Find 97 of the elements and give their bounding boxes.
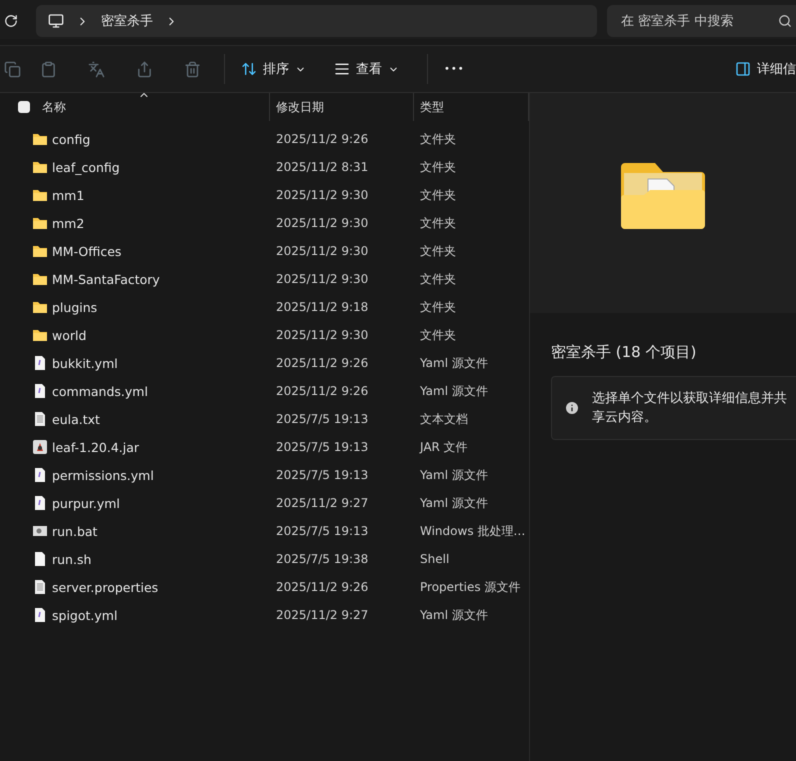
info-icon: [564, 400, 580, 416]
type-cell-text: 文件夹: [419, 130, 457, 148]
type-cell-text: 文件夹: [419, 186, 457, 204]
select-all-checkbox[interactable]: [18, 101, 30, 113]
folder-icon: [32, 243, 48, 259]
file-name[interactable]: permissions.yml: [52, 468, 154, 482]
column-header[interactable]: 名称: [42, 98, 66, 116]
refresh-icon[interactable]: [4, 14, 18, 28]
type-cell-text: 文件夹: [419, 242, 457, 260]
document-icon: [32, 383, 48, 399]
date-cell-text: 2025/11/2 9:26: [275, 580, 370, 594]
folder-icon: [32, 271, 48, 287]
file-name[interactable]: server.properties: [52, 580, 158, 594]
type-cell-text: 文件夹: [419, 298, 457, 316]
date-cell-text: 2025/11/2 9:30: [275, 328, 370, 342]
document-icon: [32, 495, 48, 511]
file-name[interactable]: purpur.yml: [52, 496, 120, 510]
file-name[interactable]: leaf_config: [52, 160, 120, 174]
text-document-icon: [32, 411, 48, 427]
type-cell-text: Yaml 源文件: [419, 354, 489, 372]
date-cell-text: 2025/11/2 9:26: [275, 384, 370, 398]
type-cell-text: Yaml 源文件: [419, 606, 489, 624]
breadcrumb-item[interactable]: 密室杀手: [101, 12, 153, 30]
computer-icon: [48, 13, 64, 29]
type-cell-text: 文本文档: [419, 410, 469, 428]
date-cell-text: 2025/11/2 9:26: [275, 132, 370, 146]
date-cell-text: 2025/11/2 9:26: [275, 356, 370, 370]
date-cell-text: 2025/11/2 9:27: [275, 496, 370, 510]
search-placeholder: 在 密室杀手 中搜索: [621, 13, 734, 30]
type-cell-text: 文件夹: [419, 326, 457, 344]
date-cell-text: 2025/7/5 19:13: [275, 468, 370, 482]
file-name[interactable]: spigot.yml: [52, 608, 118, 622]
date-cell-text: 2025/7/5 19:13: [275, 440, 370, 454]
file-name[interactable]: bukkit.yml: [52, 356, 118, 370]
file-name[interactable]: leaf-1.20.4.jar: [52, 440, 140, 454]
folder-preview-icon: [621, 163, 705, 229]
folder-icon: [32, 131, 48, 147]
folder-icon: [32, 159, 48, 175]
date-cell-text: 2025/7/5 19:13: [275, 412, 370, 426]
date-cell-text: 2025/7/5 19:13: [275, 524, 370, 538]
column-header[interactable]: 修改日期: [276, 98, 324, 116]
file-name[interactable]: run.bat: [52, 524, 98, 538]
type-cell-text: 文件夹: [419, 158, 457, 176]
file-name[interactable]: eula.txt: [52, 412, 100, 426]
file-name[interactable]: plugins: [52, 300, 98, 314]
type-cell-text: Windows 批处理…: [419, 522, 526, 540]
file-name[interactable]: MM-Offices: [52, 244, 122, 258]
file-name[interactable]: world: [52, 328, 86, 342]
blank-file-icon: [32, 551, 48, 567]
share-icon[interactable]: [136, 60, 152, 78]
date-cell-text: 2025/11/2 9:30: [275, 188, 370, 202]
address-bar[interactable]: 密室杀手: [36, 5, 597, 37]
sort-button[interactable]: 排序: [233, 56, 314, 82]
type-cell-text: Yaml 源文件: [419, 466, 489, 484]
search-icon: [778, 14, 792, 28]
folder-icon: [32, 187, 48, 203]
file-name[interactable]: commands.yml: [52, 384, 148, 398]
type-cell-text: 文件夹: [419, 214, 457, 232]
column-header[interactable]: 类型: [420, 98, 444, 116]
file-name[interactable]: config: [52, 132, 90, 146]
copy-icon[interactable]: [4, 60, 20, 78]
date-cell-text: 2025/11/2 9:27: [275, 608, 370, 622]
document-icon: [32, 607, 48, 623]
folder-summary: 密室杀手 (18 个项目): [551, 343, 698, 362]
date-cell-text: 2025/11/2 9:30: [275, 244, 370, 258]
type-cell-text: JAR 文件: [418, 438, 469, 456]
file-name[interactable]: run.sh: [52, 552, 92, 566]
details-pane-icon: [735, 61, 751, 77]
type-cell-text: Shell: [419, 552, 450, 566]
date-cell-text: 2025/11/2 8:31: [275, 160, 370, 174]
date-cell-text: 2025/11/2 9:18: [275, 300, 370, 314]
document-icon: [32, 467, 48, 483]
file-name[interactable]: mm1: [52, 188, 84, 202]
type-cell-text: Yaml 源文件: [419, 382, 489, 400]
sort-icon: [241, 61, 257, 77]
type-cell-text: 文件夹: [419, 270, 457, 288]
lines-icon: [334, 61, 350, 77]
file-name[interactable]: mm2: [52, 216, 84, 230]
view-button[interactable]: 查看: [326, 56, 407, 82]
search-field[interactable]: 在 密室杀手 中搜索: [607, 5, 796, 37]
jar-file-icon: [32, 439, 48, 455]
text-document-icon: [32, 579, 48, 595]
info-message: 选择单个文件以获取详细信息并共享云内容。: [592, 390, 787, 427]
date-cell-text: 2025/7/5 19:38: [275, 552, 370, 566]
more-button[interactable]: •••: [436, 60, 473, 78]
folder-icon: [32, 299, 48, 315]
type-cell-text: Yaml 源文件: [419, 494, 489, 512]
paste-icon[interactable]: [40, 60, 56, 78]
delete-icon[interactable]: [184, 60, 200, 78]
folder-icon: [32, 215, 48, 231]
folder-icon: [32, 327, 48, 343]
document-icon: [32, 355, 48, 371]
type-cell-text: Properties 源文件: [419, 578, 522, 596]
file-name[interactable]: MM-SantaFactory: [52, 272, 160, 286]
date-cell-text: 2025/11/2 9:30: [275, 216, 370, 230]
date-cell-text: 2025/11/2 9:30: [275, 272, 370, 286]
details-button[interactable]: 详细信: [727, 56, 796, 82]
